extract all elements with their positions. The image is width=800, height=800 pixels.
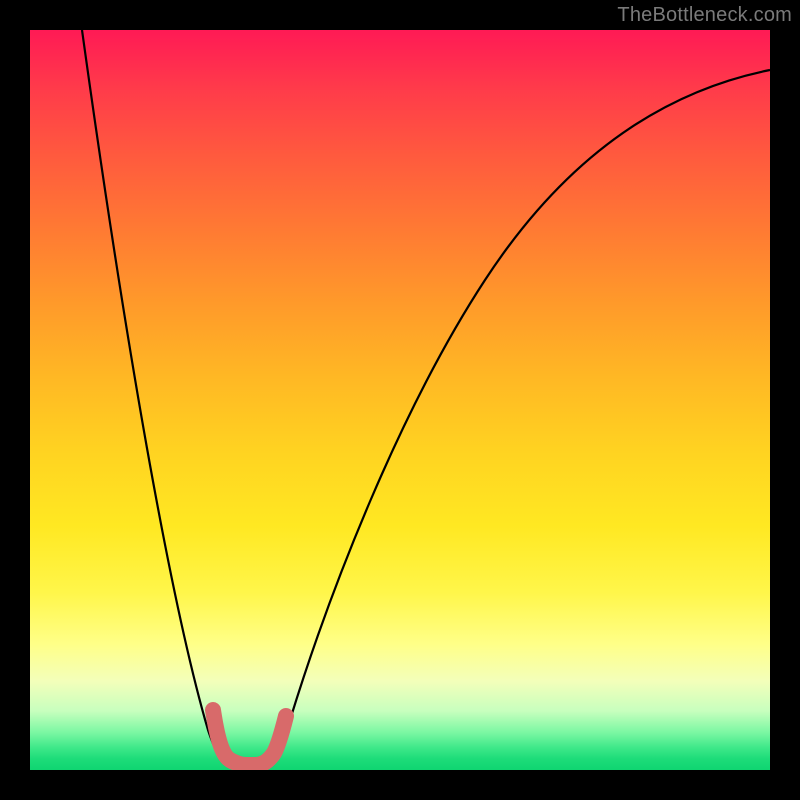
chart-curves [30,30,770,770]
chart-frame: TheBottleneck.com [0,0,800,800]
watermark-text: TheBottleneck.com [617,4,792,27]
chart-curve-main [82,30,770,766]
chart-plot-area [30,30,770,770]
chart-curve-highlight [213,710,286,765]
